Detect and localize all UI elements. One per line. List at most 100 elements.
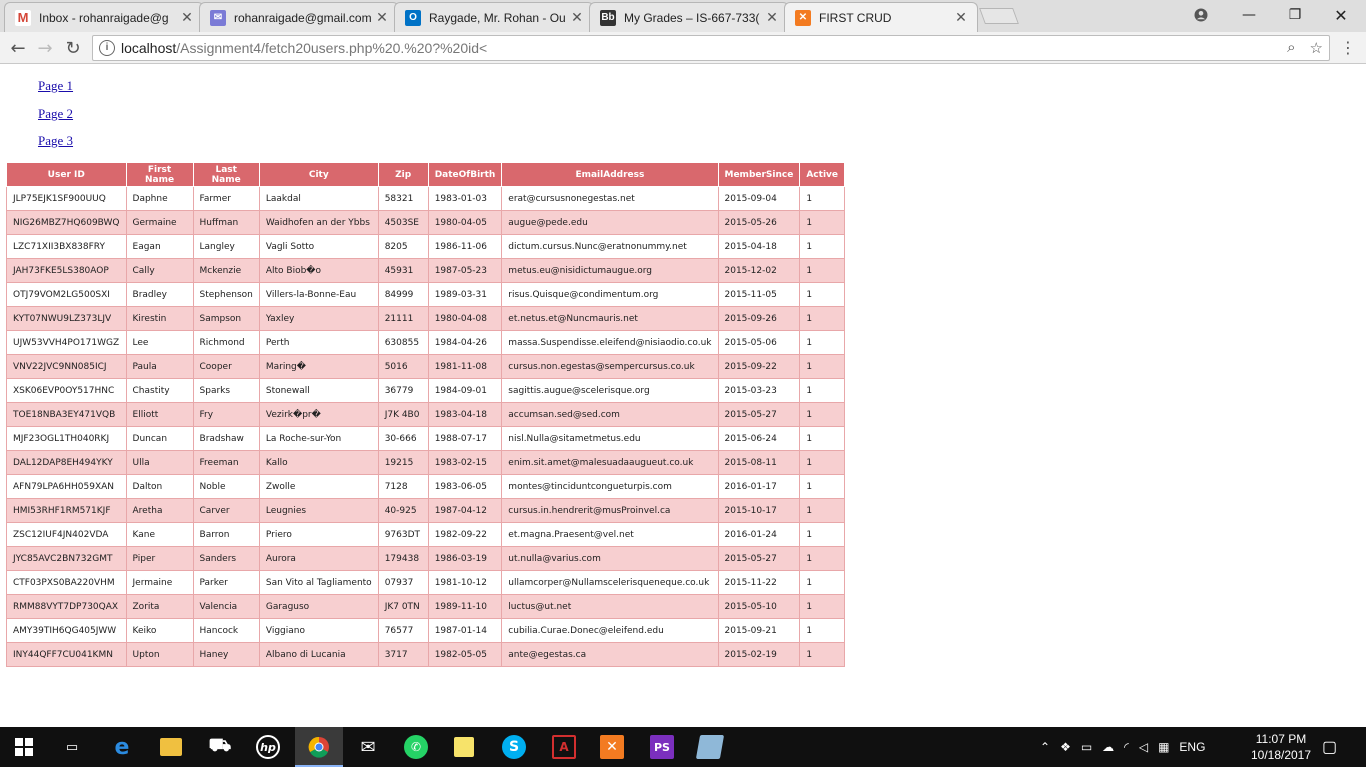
minimize-button[interactable]: — [1226, 0, 1272, 30]
table-cell: 1989-03-31 [427, 282, 503, 307]
table-cell: 30-666 [377, 426, 429, 451]
hp-icon[interactable]: hp [256, 735, 280, 759]
table-cell: Maring� [258, 354, 379, 379]
table-cell: dictum.cursus.Nunc@eratnonummy.net [501, 234, 719, 259]
skype-icon[interactable]: S [502, 735, 526, 759]
table-row: JAH73FKE5LS380AOP Cally Mckenzie Alto Biob�… [6, 258, 846, 283]
table-cell: 1981-10-12 [427, 570, 503, 595]
table-cell: 1 [799, 498, 846, 523]
volume-icon[interactable]: ◁ [1139, 740, 1148, 754]
table-cell: 2015-03-23 [717, 378, 801, 403]
table-cell: 630855 [377, 330, 429, 355]
tab-blackboard[interactable]: Bb My Grades – IS-667-733( ✕ [589, 2, 789, 32]
table-cell: 1 [799, 282, 846, 307]
mail-app-icon[interactable]: ✉ [356, 735, 380, 759]
battery-icon[interactable]: ▭ [1081, 740, 1092, 754]
chevron-up-icon[interactable]: ⌃ [1040, 740, 1050, 754]
table-cell: 1 [799, 618, 846, 643]
file-explorer-icon[interactable] [160, 738, 182, 756]
windows-start-icon[interactable] [12, 735, 36, 759]
close-icon[interactable]: ✕ [569, 9, 585, 26]
xampp-taskbar-icon[interactable]: ✕ [600, 735, 624, 759]
close-icon[interactable]: ✕ [764, 9, 780, 26]
table-cell: ante@egestas.ca [501, 642, 719, 667]
back-button[interactable]: ← [6, 36, 30, 60]
app-icon[interactable] [695, 735, 725, 759]
table-cell: 5016 [377, 354, 429, 379]
close-icon[interactable]: ✕ [953, 9, 969, 26]
table-cell: Hancock [192, 618, 260, 643]
search-icon[interactable]: ⌕ [1287, 39, 1295, 57]
table-cell: Cally [125, 258, 194, 283]
whatsapp-icon[interactable]: ✆ [404, 735, 428, 759]
table-cell: Garaguso [258, 594, 379, 619]
table-cell: 1987-01-14 [427, 618, 503, 643]
table-cell: 1989-11-10 [427, 594, 503, 619]
reload-button[interactable]: ↻ [61, 36, 85, 60]
phpstorm-icon[interactable]: PS [650, 735, 674, 759]
tab-title: rohanraigade@gmail.com [234, 10, 372, 25]
table-cell: 2015-06-24 [717, 426, 801, 451]
close-icon[interactable]: ✕ [179, 9, 195, 26]
close-window-button[interactable]: ✕ [1318, 0, 1364, 30]
wifi-icon[interactable]: ◜ [1124, 740, 1129, 754]
table-cell: Germaine [125, 210, 194, 235]
clock[interactable]: 11:07 PM 10/18/2017 [1246, 731, 1316, 763]
sticky-notes-icon[interactable] [454, 737, 474, 757]
table-cell: Villers-la-Bonne-Eau [258, 282, 379, 307]
column-header: EmailAddress [501, 162, 719, 187]
table-cell: Laakdal [258, 186, 379, 211]
table-cell: Kallo [258, 450, 379, 475]
menu-icon[interactable]: ⋮ [1340, 38, 1356, 57]
table-header-row: User ID First Name Last Name City Zip DateOfB… [6, 162, 846, 187]
table-cell: INY44QFF7CU041KMN [6, 642, 127, 667]
table-cell: JK7 0TN [377, 594, 429, 619]
table-cell: 58321 [377, 186, 429, 211]
table-cell: 1 [799, 378, 846, 403]
task-view-icon[interactable]: ▭ [60, 735, 84, 759]
page-link-3[interactable]: Page 3 [38, 133, 73, 161]
table-cell: 1986-11-06 [427, 234, 503, 259]
table-cell: cursus.non.egestas@sempercursus.co.uk [501, 354, 719, 379]
table-cell: 2016-01-24 [717, 522, 801, 547]
table-cell: Huffman [192, 210, 260, 235]
acrobat-icon[interactable]: A [552, 735, 576, 759]
table-cell: ZSC12IUF4JN402VDA [6, 522, 127, 547]
language-indicator[interactable]: ENG [1179, 740, 1205, 754]
info-icon[interactable]: i [99, 40, 115, 56]
table-cell: Bradley [125, 282, 194, 307]
table-cell: Vagli Sotto [258, 234, 379, 259]
edge-icon[interactable]: e [110, 735, 134, 760]
new-tab-button[interactable] [979, 8, 1019, 24]
tab-first-crud[interactable]: ✕ FIRST CRUD ✕ [784, 2, 978, 32]
table-cell: 2015-09-26 [717, 306, 801, 331]
star-icon[interactable]: ☆ [1310, 39, 1323, 57]
dropbox-icon[interactable]: ❖ [1060, 740, 1071, 754]
table-cell: et.magna.Praesent@vel.net [501, 522, 719, 547]
table-row: ZSC12IUF4JN402VDA Kane Barron Priero 9763DT 1… [6, 522, 846, 547]
profile-icon[interactable] [1178, 0, 1224, 30]
keyboard-icon[interactable]: ▦ [1158, 740, 1169, 754]
forward-button[interactable]: → [33, 36, 57, 60]
store-icon[interactable]: ⛟ [208, 735, 232, 759]
tab-title: FIRST CRUD [819, 10, 892, 25]
tab-mail[interactable]: ✉ rohanraigade@gmail.com ✕ [199, 2, 399, 32]
tab-gmail[interactable]: M Inbox - rohanraigade@g ✕ [4, 2, 204, 32]
table-cell: 2015-12-02 [717, 258, 801, 283]
gmail-icon: M [15, 9, 31, 26]
close-icon[interactable]: ✕ [374, 9, 390, 26]
notification-icon[interactable]: ▢ [1322, 727, 1337, 767]
cloud-icon[interactable]: ☁ [1102, 740, 1114, 754]
chrome-icon[interactable] [307, 735, 331, 759]
address-bar[interactable]: i localhost/Assignment4/fetch20users.php… [92, 35, 1330, 61]
tab-title: Raygade, Mr. Rohan - Ou [429, 10, 566, 25]
page-link-1[interactable]: Page 1 [38, 78, 73, 106]
table-cell: 2015-09-21 [717, 618, 801, 643]
page-link-2[interactable]: Page 2 [38, 106, 73, 134]
users-table: User ID First Name Last Name City Zip DateOfB… [6, 162, 846, 667]
restore-button[interactable]: ❐ [1272, 0, 1318, 30]
table-cell: 2015-10-17 [717, 498, 801, 523]
table-cell: Upton [125, 642, 194, 667]
tab-outlook[interactable]: O Raygade, Mr. Rohan - Ou ✕ [394, 2, 594, 32]
table-cell: 21111 [377, 306, 429, 331]
